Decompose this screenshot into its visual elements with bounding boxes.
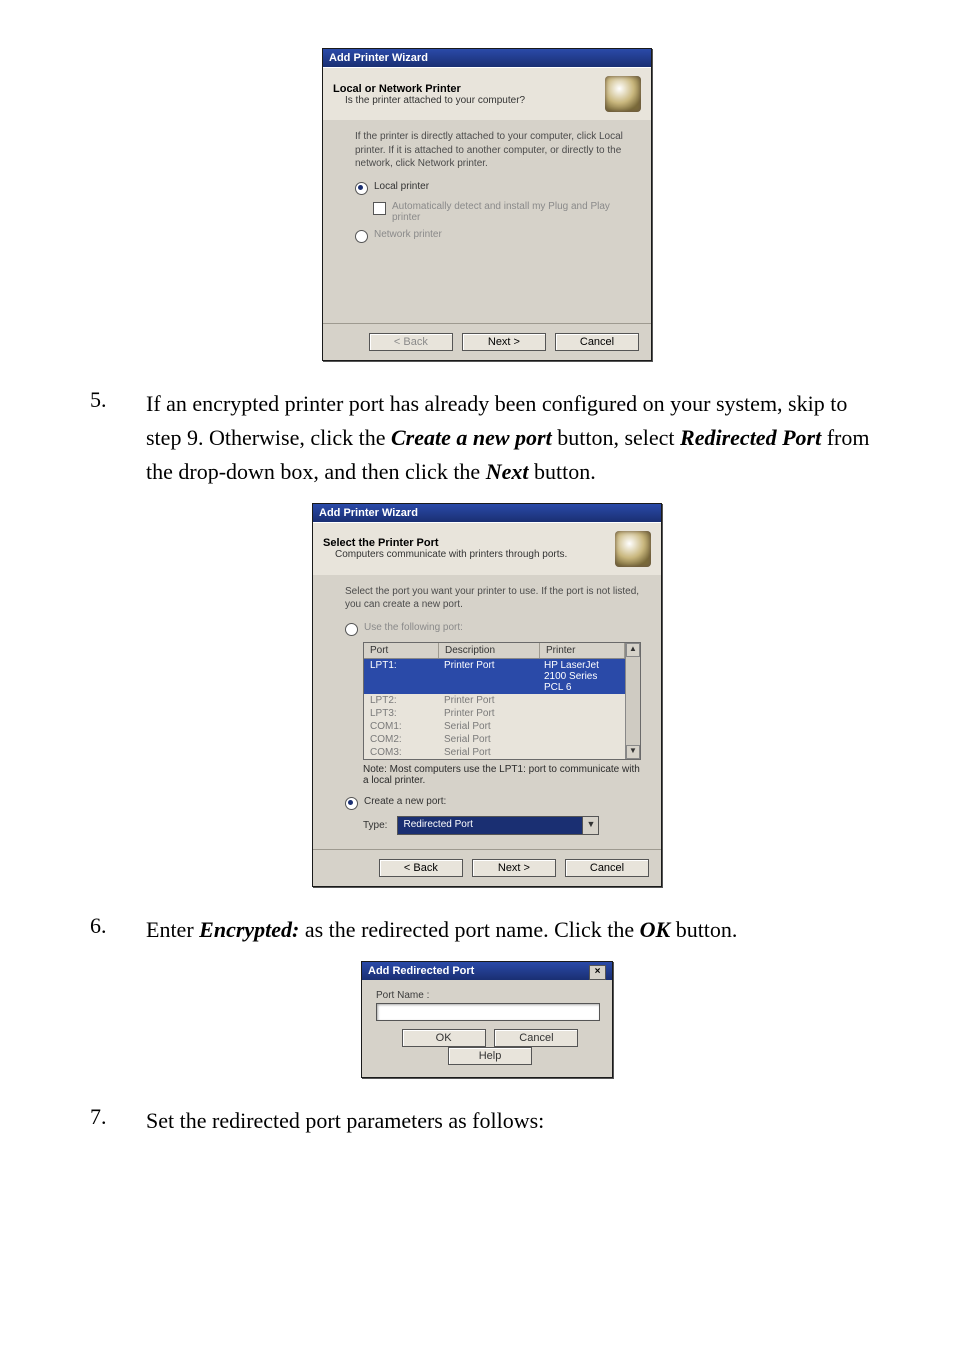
scrollbar[interactable]: ▲▼: [625, 643, 640, 759]
step-number: 5.: [90, 387, 146, 489]
cancel-button[interactable]: Cancel: [494, 1029, 578, 1047]
step-number: 6.: [90, 913, 146, 947]
back-button[interactable]: < Back: [379, 859, 463, 877]
use-port-label: Use the following port:: [364, 622, 463, 633]
header-title: Local or Network Printer: [333, 83, 605, 95]
auto-detect-option[interactable]: Automatically detect and install my Plug…: [373, 201, 631, 223]
table-row[interactable]: LPT2:Printer Port: [364, 694, 625, 707]
network-printer-label: Network printer: [374, 229, 442, 240]
create-port-label: Create a new port:: [364, 796, 446, 807]
port-type-combo[interactable]: Redirected Port ▼: [397, 816, 599, 835]
step-6: 6. Enter Encrypted: as the redirected po…: [90, 913, 884, 947]
radio-local[interactable]: [355, 182, 368, 195]
note-text: Note: Most computers use the LPT1: port …: [363, 764, 641, 786]
step-text: Enter Encrypted: as the redirected port …: [146, 913, 884, 947]
ok-button[interactable]: OK: [402, 1029, 486, 1047]
port-table: Port Description Printer LPT1:Printer Po…: [363, 642, 641, 760]
step-number: 7.: [90, 1104, 146, 1138]
header-subtitle: Is the printer attached to your computer…: [333, 95, 605, 106]
add-printer-wizard-dialog-2: Add Printer Wizard Select the Printer Po…: [312, 503, 662, 887]
table-row[interactable]: COM3:Serial Port: [364, 746, 625, 759]
next-button[interactable]: Next >: [472, 859, 556, 877]
dialog-header: Select the Printer Port Computers commun…: [313, 522, 661, 575]
auto-detect-label: Automatically detect and install my Plug…: [392, 201, 631, 223]
title-bar: Add Redirected Port ×: [362, 962, 612, 980]
scroll-up-icon[interactable]: ▲: [626, 643, 640, 657]
intro-text: If the printer is directly attached to y…: [355, 130, 631, 171]
add-redirected-port-dialog: Add Redirected Port × Port Name : OK Can…: [361, 961, 613, 1078]
radio-create-port[interactable]: [345, 797, 358, 810]
step-7: 7. Set the redirected port parameters as…: [90, 1104, 884, 1138]
header-title: Select the Printer Port: [323, 537, 615, 549]
col-port[interactable]: Port: [364, 643, 439, 658]
printer-icon: [615, 531, 651, 567]
type-label: Type:: [363, 820, 387, 831]
printer-icon: [605, 76, 641, 112]
cancel-button[interactable]: Cancel: [565, 859, 649, 877]
col-printer[interactable]: Printer: [540, 643, 625, 658]
intro-text: Select the port you want your printer to…: [345, 585, 641, 612]
scroll-down-icon[interactable]: ▼: [626, 745, 640, 759]
combo-value: Redirected Port: [398, 817, 582, 834]
title-bar: Add Printer Wizard: [323, 49, 651, 67]
step-text: If an encrypted printer port has already…: [146, 387, 884, 489]
next-button[interactable]: Next >: [462, 333, 546, 351]
table-row[interactable]: LPT1:Printer PortHP LaserJet 2100 Series…: [364, 659, 625, 694]
port-name-label: Port Name :: [376, 990, 598, 1001]
chevron-down-icon[interactable]: ▼: [582, 817, 598, 834]
add-printer-wizard-dialog-1: Add Printer Wizard Local or Network Prin…: [322, 48, 652, 361]
help-button[interactable]: Help: [448, 1047, 532, 1065]
create-port-option[interactable]: Create a new port:: [345, 796, 641, 810]
port-name-input[interactable]: [376, 1003, 600, 1021]
checkbox-auto[interactable]: [373, 202, 386, 215]
table-row[interactable]: COM1:Serial Port: [364, 720, 625, 733]
radio-use-port[interactable]: [345, 623, 358, 636]
local-printer-label: Local printer: [374, 181, 429, 192]
step-5: 5. If an encrypted printer port has alre…: [90, 387, 884, 489]
radio-network[interactable]: [355, 230, 368, 243]
table-row[interactable]: LPT3:Printer Port: [364, 707, 625, 720]
header-subtitle: Computers communicate with printers thro…: [323, 549, 615, 560]
col-description[interactable]: Description: [439, 643, 540, 658]
network-printer-option[interactable]: Network printer: [355, 229, 631, 243]
dialog-header: Local or Network Printer Is the printer …: [323, 67, 651, 120]
back-button[interactable]: < Back: [369, 333, 453, 351]
step-text: Set the redirected port parameters as fo…: [146, 1104, 884, 1138]
cancel-button[interactable]: Cancel: [555, 333, 639, 351]
use-port-option[interactable]: Use the following port:: [345, 622, 641, 636]
title-bar: Add Printer Wizard: [313, 504, 661, 522]
close-icon[interactable]: ×: [589, 965, 606, 980]
local-printer-option[interactable]: Local printer: [355, 181, 631, 195]
table-row[interactable]: COM2:Serial Port: [364, 733, 625, 746]
